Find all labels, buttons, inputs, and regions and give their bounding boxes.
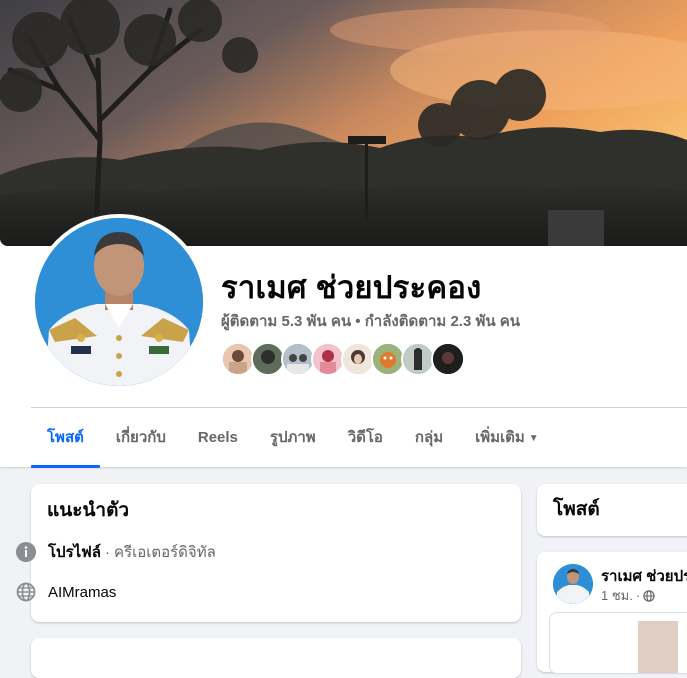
post-media[interactable] xyxy=(549,612,687,674)
followers-link[interactable]: ผู้ติดตาม 5.3 พัน คน xyxy=(221,313,351,330)
post-card: ราเมศ ช่วยปร 1 ชม. · xyxy=(537,552,687,674)
intro-category: ครีเอเตอร์ดิจิทัล xyxy=(114,544,216,561)
info-icon xyxy=(16,542,36,562)
tab-reels[interactable]: Reels xyxy=(182,408,254,468)
post-meta-dot: · xyxy=(635,588,641,603)
tab-label: โพสต์ xyxy=(47,429,84,446)
friend-avatar[interactable] xyxy=(281,342,315,376)
profile-avatar[interactable] xyxy=(31,214,207,390)
tab-posts[interactable]: โพสต์ xyxy=(31,408,100,468)
friend-avatar[interactable] xyxy=(341,342,375,376)
tab-label: รูปภาพ xyxy=(269,429,316,446)
intro-separator: · xyxy=(105,543,110,561)
tab-label: กลุ่ม xyxy=(414,429,444,446)
globe-icon xyxy=(16,582,36,602)
cover-photo[interactable] xyxy=(0,0,687,246)
tab-groups[interactable]: กลุ่ม xyxy=(399,408,459,468)
friend-avatar[interactable] xyxy=(311,342,345,376)
friend-avatar[interactable] xyxy=(401,342,435,376)
friend-avatar[interactable] xyxy=(371,342,405,376)
cover-image xyxy=(0,0,687,246)
tab-label: Reels xyxy=(197,429,238,446)
post-time[interactable]: 1 ชม. xyxy=(601,585,633,606)
friend-avatars xyxy=(221,342,465,376)
intro-profile-row: โปรไฟล์ · ครีเอเตอร์ดิจิทัล xyxy=(16,540,216,564)
profile-name: ราเมศ ช่วยประคอง xyxy=(221,270,482,305)
profile-tabs: โพสต์ เกี่ยวกับ Reels รูปภาพ วิดีโอ กลุ่… xyxy=(31,408,555,468)
posts-title: โพสต์ xyxy=(553,499,600,520)
friend-avatar[interactable] xyxy=(431,342,465,376)
friend-avatar[interactable] xyxy=(221,342,255,376)
tab-photos[interactable]: รูปภาพ xyxy=(254,408,332,468)
globe-icon xyxy=(643,589,655,602)
post-meta: 1 ชม. · xyxy=(601,585,655,606)
following-link[interactable]: กำลังติดตาม 2.3 พัน คน xyxy=(365,313,520,330)
tab-about[interactable]: เกี่ยวกับ xyxy=(100,408,182,468)
tab-label: เพิ่มเติม xyxy=(475,429,525,446)
stats-separator: • xyxy=(355,313,361,330)
intro-website-row: AIMramas xyxy=(16,582,116,602)
caret-down-icon: ▼ xyxy=(528,433,539,444)
post-author-avatar[interactable] xyxy=(553,564,593,604)
next-card xyxy=(31,638,521,678)
intro-title: แนะนำตัว xyxy=(47,500,130,521)
tab-label: วิดีโอ xyxy=(347,429,383,446)
posts-header-card: โพสต์ xyxy=(537,484,687,536)
tab-label: เกี่ยวกับ xyxy=(115,429,166,446)
friend-avatar[interactable] xyxy=(251,342,285,376)
intro-website-link[interactable]: AIMramas xyxy=(48,584,116,601)
tab-videos[interactable]: วิดีโอ xyxy=(332,408,399,468)
tab-more[interactable]: เพิ่มเติม ▼ xyxy=(459,408,555,468)
intro-profile-label: โปรไฟล์ xyxy=(48,544,101,561)
follow-stats: ผู้ติดตาม 5.3 พัน คน • กำลังติดตาม 2.3 พ… xyxy=(221,312,520,332)
avatar-photo xyxy=(35,218,203,386)
